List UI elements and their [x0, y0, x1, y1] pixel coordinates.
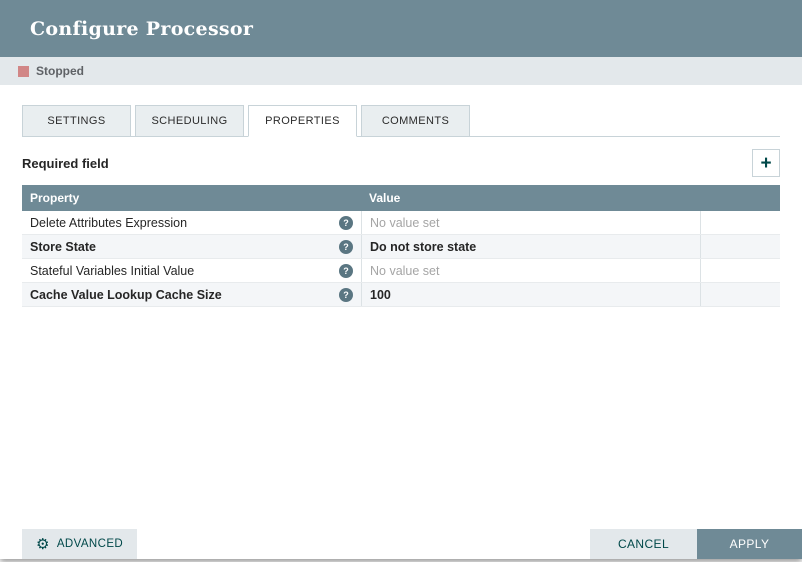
footer-spacer — [137, 529, 590, 559]
tab-bar: SETTINGS SCHEDULING PROPERTIES COMMENTS — [22, 105, 780, 137]
advanced-button[interactable]: ⚙ ADVANCED — [22, 529, 138, 559]
help-icon[interactable]: ? — [339, 215, 353, 230]
property-value[interactable]: Do not store state — [361, 235, 701, 258]
footer: ⚙ ADVANCED CANCEL APPLY — [0, 529, 802, 559]
table-header-row: Property Value — [22, 185, 780, 211]
help-icon[interactable]: ? — [339, 239, 353, 254]
property-name: Stateful Variables Initial Value — [30, 263, 195, 278]
properties-table: Property Value Delete Attributes Express… — [22, 185, 780, 307]
status-label: Stopped — [36, 64, 84, 78]
table-row[interactable]: Store State ? Do not store state — [22, 235, 780, 259]
configure-processor-dialog: Configure Processor Stopped SETTINGS SCH… — [0, 0, 802, 559]
property-name-cell: Delete Attributes Expression ? — [22, 211, 361, 234]
property-value[interactable]: 100 — [361, 283, 701, 306]
tab-comments[interactable]: COMMENTS — [361, 105, 470, 137]
stopped-icon — [18, 65, 29, 77]
tab-properties[interactable]: PROPERTIES — [248, 105, 357, 137]
table-row[interactable]: Stateful Variables Initial Value ? No va… — [22, 259, 780, 283]
required-field-label: Required field — [22, 155, 109, 171]
property-name-cell: Stateful Variables Initial Value ? — [22, 259, 361, 282]
property-name-cell: Cache Value Lookup Cache Size ? — [22, 283, 361, 306]
status-bar: Stopped — [0, 57, 802, 85]
property-value[interactable]: No value set — [361, 259, 701, 282]
plus-icon: + — [760, 152, 772, 174]
property-name: Store State — [30, 239, 96, 254]
property-name: Delete Attributes Expression — [30, 215, 188, 230]
empty-cell — [701, 211, 780, 234]
column-header-value: Value — [369, 191, 401, 205]
gear-icon: ⚙ — [36, 535, 50, 553]
apply-button[interactable]: APPLY — [697, 529, 802, 559]
dialog-title: Configure Processor — [30, 17, 254, 40]
help-icon[interactable]: ? — [339, 263, 353, 278]
property-value[interactable]: No value set — [361, 211, 701, 234]
tab-scheduling[interactable]: SCHEDULING — [135, 105, 244, 137]
new-property-button[interactable]: + — [752, 149, 780, 177]
column-header-property: Property — [30, 191, 80, 205]
table-row[interactable]: Delete Attributes Expression ? No value … — [22, 211, 780, 235]
tab-settings[interactable]: SETTINGS — [22, 105, 131, 137]
property-name-cell: Store State ? — [22, 235, 361, 258]
empty-cell — [701, 283, 780, 306]
required-field-row: Required field + — [22, 149, 780, 177]
advanced-label: ADVANCED — [56, 538, 124, 550]
empty-cell — [701, 235, 780, 258]
table-row[interactable]: Cache Value Lookup Cache Size ? 100 — [22, 283, 780, 307]
help-icon[interactable]: ? — [339, 287, 353, 302]
empty-cell — [701, 259, 780, 282]
dialog-header: Configure Processor — [0, 0, 802, 57]
property-name: Cache Value Lookup Cache Size — [30, 287, 222, 302]
cancel-button[interactable]: CANCEL — [590, 529, 697, 559]
